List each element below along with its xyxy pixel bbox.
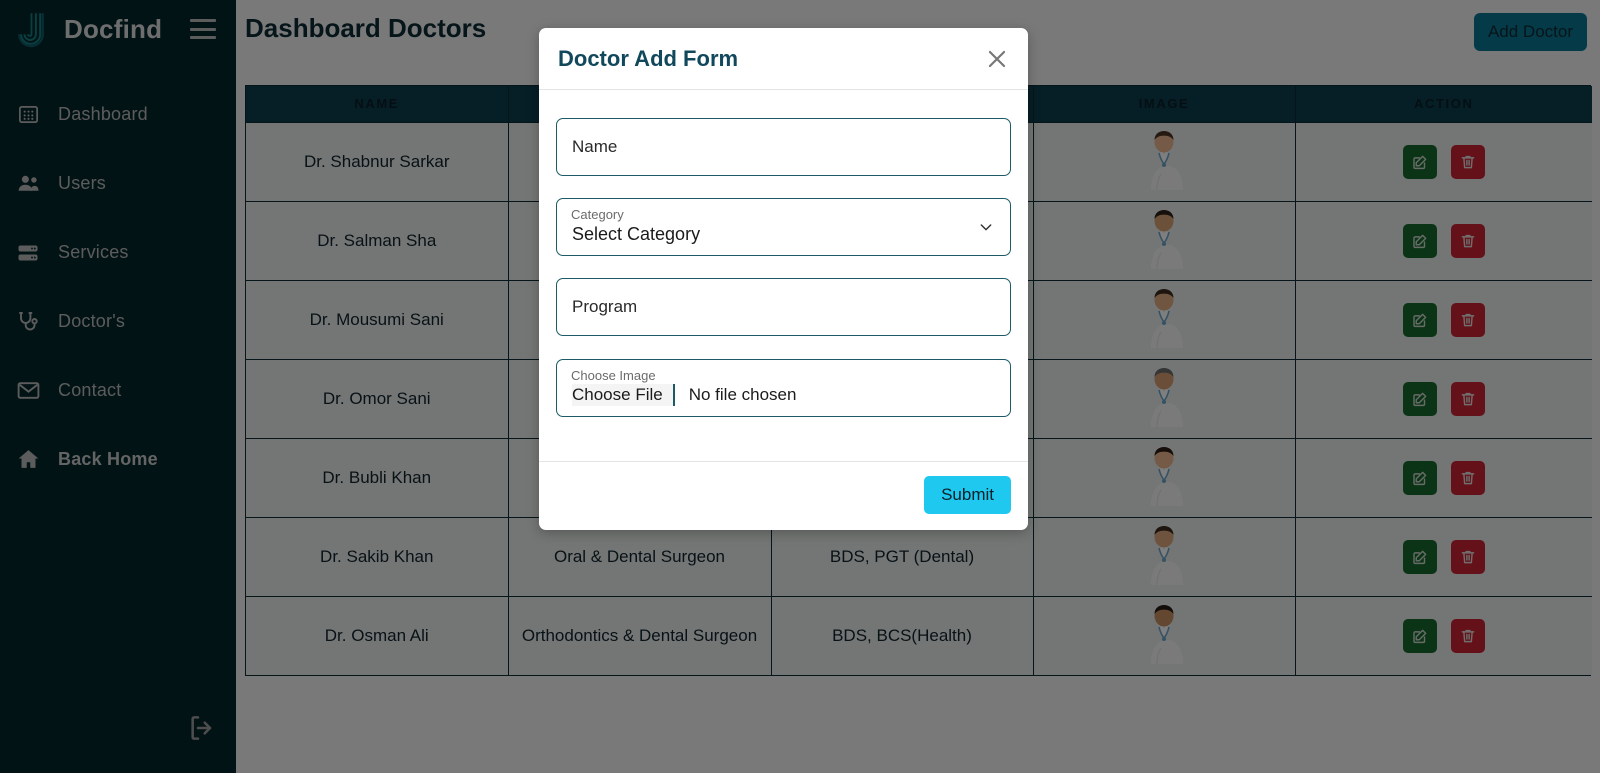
choose-image-field[interactable]: Choose Image Choose File No file chosen [556,359,1011,417]
application-root: Docfind [0,0,1600,773]
modal-body: Name Category Select Category Program Ch… [539,90,1028,461]
category-select[interactable]: Category Select Category [556,198,1011,256]
modal-title: Doctor Add Form [558,45,739,71]
program-field[interactable]: Program [556,278,1011,336]
choose-image-label: Choose Image [571,368,656,383]
modal-footer: Submit [539,461,1028,530]
category-value: Select Category [572,223,701,244]
category-label: Category [571,207,624,222]
file-status-text: No file chosen [688,385,797,404]
choose-file-button[interactable]: Choose File [572,384,675,406]
modal-header: Doctor Add Form [539,28,1028,90]
submit-button[interactable]: Submit [924,476,1011,514]
program-field-placeholder: Program [572,297,638,316]
chevron-down-icon [978,219,994,235]
file-input-row: Choose File No file chosen [572,384,995,406]
close-icon[interactable] [984,46,1010,72]
name-field[interactable]: Name [556,118,1011,176]
name-field-placeholder: Name [572,137,618,156]
doctor-add-modal: Doctor Add Form Name Category Select Cat… [539,28,1028,530]
